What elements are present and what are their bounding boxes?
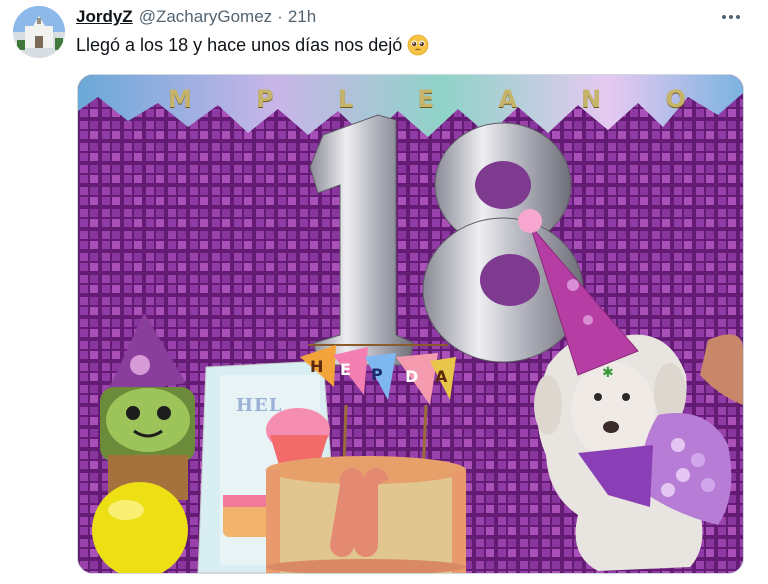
banner-letter: E [417, 85, 437, 113]
banner-letter: M [168, 85, 194, 113]
ellipsis-icon [722, 15, 740, 19]
tweet: JordyZ @ZacharyGomez · 21h Llegó a los 1… [0, 0, 768, 584]
pleading-face-icon [407, 34, 429, 56]
tweet-header: JordyZ @ZacharyGomez · 21h [76, 6, 316, 28]
timestamp[interactable]: 21h [288, 7, 316, 27]
pennant-letter: A [435, 367, 448, 386]
separator-dot: · [277, 7, 283, 26]
avatar[interactable] [13, 6, 65, 58]
svg-text:✱: ✱ [602, 365, 614, 381]
display-name[interactable]: JordyZ [76, 7, 133, 27]
birthday-photo-illustration: ✱ [78, 75, 743, 573]
pennant-letter: D [405, 367, 419, 386]
pennant-letter: H [310, 357, 324, 376]
pennant-letter: E [340, 360, 351, 379]
tweet-photo[interactable]: ✱ M P L E A N O H E P D A HEL [77, 74, 744, 574]
banner-letter: L [338, 85, 356, 113]
card-text: HEL [236, 395, 283, 416]
banner-letter: P [256, 85, 276, 113]
banner-letter: A [498, 85, 519, 113]
user-handle[interactable]: @ZacharyGomez [139, 7, 272, 27]
banner-letter: N [581, 85, 604, 113]
tweet-body: Llegó a los 18 y hace unos días nos dejó [76, 35, 403, 55]
pennant-letter: P [371, 365, 383, 384]
banner-letters: M P L E A N O [168, 81, 688, 117]
more-options-button[interactable] [716, 4, 746, 30]
banner-letter: O [665, 85, 688, 113]
tweet-text: Llegó a los 18 y hace unos días nos dejó [76, 33, 429, 57]
